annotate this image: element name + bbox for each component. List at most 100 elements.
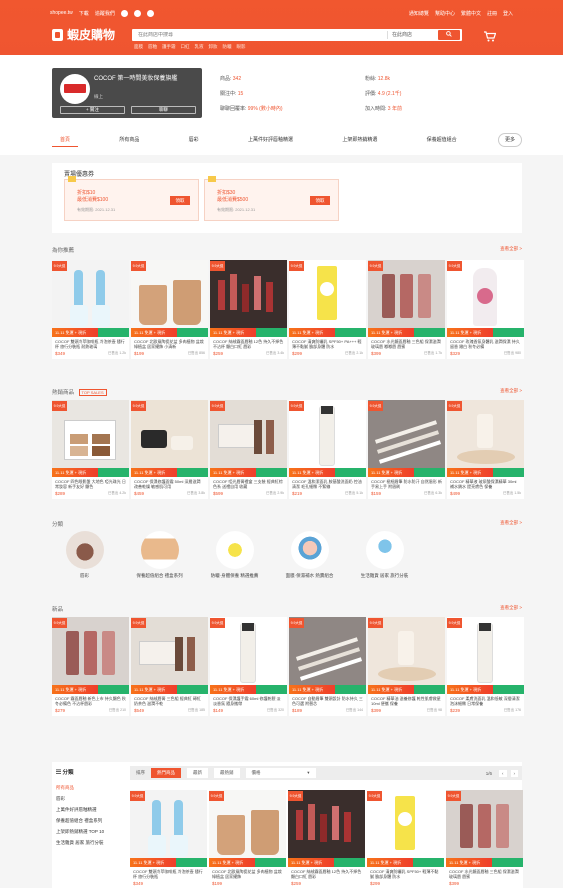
product-card[interactable]: 9.9大促 11.11 免運 + 現折 COCOF 極細眉筆 防水防汗 自然眉形 新… (368, 400, 445, 499)
product-name[interactable]: COCOF 絲絨唇膏 三色組 經典紅 磚紅 奶茶色 滋潤不乾 (131, 694, 208, 707)
topnav-register[interactable]: 註冊 (487, 10, 497, 17)
topnav-help[interactable]: 幫助中心 (435, 10, 455, 17)
product-image[interactable]: 9.9大促 11.11 免運 + 現折 (52, 260, 129, 337)
product-image[interactable]: 9.9大促 11.11 免運 + 現折 (52, 617, 129, 694)
tab-home[interactable]: 首頁 (52, 133, 79, 147)
product-card[interactable]: 9.9大促 11.11 免運 + 現折 COCOF 霧面唇釉 新色上市 持久顯色 秋… (52, 617, 129, 716)
hotword[interactable]: 卸妝 (209, 44, 218, 50)
product-name[interactable]: COCOF 水光鏡面唇釉 三色組 保濕滋潤 玻璃唇 嘟嘟唇 唇蜜 (368, 337, 445, 350)
tab-more[interactable]: 更多 (497, 133, 522, 147)
product-card[interactable]: 9.9大促 11.11 免運 + 現折 COCOF 絲絨霧面唇釉 12色 持久不掉色… (210, 260, 287, 359)
product-card[interactable]: 9.9大促 11.11 免運 + 現折 COCOF 精華液 玻尿酸保濕精華 30ml… (447, 400, 524, 499)
product-name[interactable]: COCOF 雙頭冷萃咖啡瓶 冷泡茶壺 隨行杯 旅行分裝瓶 耐熱玻璃 (52, 337, 129, 350)
product-image[interactable]: 9.9大促 11.11 免運 + 現折 (447, 260, 524, 337)
tab-lip-glaze[interactable]: 上萬件好評唇釉精選 (240, 133, 301, 147)
product-image[interactable]: 9.9大促 11.11 免運 + 現折 (52, 400, 129, 477)
product-name[interactable]: COCOF 雙頭冷萃咖啡瓶 冷泡茶壺 隨行杯 旅行分裝瓶 (130, 867, 207, 880)
shop-avatar[interactable] (60, 74, 90, 104)
product-name[interactable]: COCOF 絲絨霧面唇釉 12色 持久不掉色 顯白口紅 唇彩 (288, 867, 365, 880)
search-input[interactable] (132, 32, 387, 38)
sidebar-item[interactable]: 上萬件好評唇釉精選 (52, 804, 122, 815)
sidebar-item[interactable]: 唇彩 (52, 793, 122, 804)
product-image[interactable]: 9.9大促 11.11 免運 + 現折 (446, 790, 523, 867)
product-name[interactable]: COCOF 北歐風陶瓷花盆 多肉植物 盆栽 綠植盆 居家擺飾 (209, 867, 286, 880)
tab-lips[interactable]: 唇彩 (181, 133, 207, 147)
topnav-link-seller[interactable]: shopee.tw (50, 10, 73, 16)
product-image[interactable]: 9.9大促 11.11 免運 + 現折 (289, 400, 366, 477)
product-card[interactable]: 9.9大促 11.11 免運 + 現折 COCOF 精華油 滋養修護 乾性肌膚救星 … (368, 617, 445, 716)
product-name[interactable]: COCOF 極細眉筆 防水防汗 自然眉形 新手易上手 附眉刷 (368, 477, 445, 490)
topnav-link-download[interactable]: 下載 (79, 10, 89, 17)
tab-skincare-sets[interactable]: 保養超值組合 (419, 133, 465, 147)
category-item[interactable]: 面膜·保濕補水 熱賣組合 (277, 531, 342, 579)
product-image[interactable]: 9.9大促 11.11 免運 + 現折 (210, 617, 287, 694)
product-image[interactable]: 9.9大促 11.11 免運 + 現折 (131, 260, 208, 337)
product-image[interactable]: 9.9大促 11.11 免運 + 現折 (289, 260, 366, 337)
product-name[interactable]: COCOF 四色眼影盤 大地色 啞光珠光 日常妝容 新手友好 顯色 (52, 477, 129, 490)
product-image[interactable]: 9.9大促 11.11 免運 + 現折 (288, 790, 365, 867)
product-card[interactable]: 9.9大促 11.11 免運 + 現折 COCOF 四色眼影盤 大地色 啞光珠光 日… (52, 400, 129, 499)
product-card[interactable]: 9.9大促 11.11 免運 + 現折 COCOF 水光鏡面唇釉 三色組 保濕滋潤 … (446, 790, 523, 888)
product-image[interactable]: 9.9大促 11.11 免運 + 現折 (130, 790, 207, 867)
product-card[interactable]: 9.9大促 11.11 免運 + 現折 COCOF 柔膚洗面乳 溫和低敏 深層清潔 … (447, 617, 524, 716)
topnav-link-follow[interactable]: 追蹤我們 (95, 10, 115, 17)
product-image[interactable]: 9.9大促 11.11 免運 + 現折 (209, 790, 286, 867)
product-card[interactable]: 9.9大促 11.11 免運 + 現折 COCOF 清爽防曬乳 SPF50+ PA+… (289, 260, 366, 359)
topnav-language[interactable]: 繁體中文 (461, 10, 481, 17)
category-item[interactable]: 防曬·身體保養 精選推薦 (202, 531, 267, 579)
prev-page-button[interactable]: ‹ (499, 769, 507, 777)
follow-button[interactable]: + 關注 (60, 106, 125, 114)
product-name[interactable]: COCOF 水光鏡面唇釉 三色組 保濕滋潤 玻璃唇 唇蜜 (446, 867, 523, 880)
topnav-login[interactable]: 登入 (503, 10, 513, 17)
topnav-notifications[interactable]: 通知總覽 (409, 10, 429, 17)
tab-hot-new[interactable]: 上架即熱銷精選 (334, 133, 385, 147)
product-name[interactable]: COCOF 玫瑰香氛身體乳 滋潤保濕 持久留香 嫩白 秋冬必備 (447, 337, 524, 350)
product-name[interactable]: COCOF 啞光唇膏禮盒 三支裝 經典紅棕色系 送禮自用 收藏 (210, 477, 287, 490)
product-name[interactable]: COCOF 清爽防曬乳 SPF50+ 輕薄不黏膩 臉部身體 防水 (367, 867, 444, 880)
hotword[interactable]: 防曬 (223, 44, 232, 50)
category-item[interactable]: 唇彩 (52, 531, 117, 579)
product-name[interactable]: COCOF 自動眉筆 雙頭設計 防水持久 三色可選 附替芯 (289, 694, 366, 707)
product-name[interactable]: COCOF 霧面唇釉 新色上市 持久顯色 秋冬必備色 不沾杯唇彩 (52, 694, 129, 707)
product-card[interactable]: 9.9大促 11.11 免運 + 現折 COCOF 溫和潔面乳 胺基酸洗面奶 控油清… (289, 400, 366, 499)
sort-latest[interactable]: 最新 (187, 768, 208, 778)
sidebar-item[interactable]: 保養超值組合 禮盒系列 (52, 815, 122, 826)
product-card[interactable]: 9.9大促 11.11 免運 + 現折 COCOF 北歐風陶瓷花盆 多肉植物 盆栽 … (131, 260, 208, 359)
product-image[interactable]: 9.9大促 11.11 免運 + 現折 (447, 400, 524, 477)
price-sort-select[interactable]: 價格 ▾ (245, 768, 316, 778)
product-image[interactable]: 9.9大促 11.11 免運 + 現折 (210, 400, 287, 477)
product-card[interactable]: 9.9大促 11.11 免運 + 現折 COCOF 啞光唇膏禮盒 三支裝 經典紅棕色… (210, 400, 287, 499)
tab-all-products[interactable]: 所有商品 (111, 133, 147, 147)
product-card[interactable]: 9.9大促 11.11 免運 + 現折 COCOF 水光鏡面唇釉 三色組 保濕滋潤 … (368, 260, 445, 359)
product-card[interactable]: 9.9大促 11.11 免運 + 現折 COCOF 保濕護手霜 60ml 修護乾裂 … (210, 617, 287, 716)
product-name[interactable]: COCOF 精華油 滋養修護 乾性肌膚救星 10ml 便攜 保養 (368, 694, 445, 707)
hotword[interactable]: 口紅 (181, 44, 190, 50)
product-name[interactable]: COCOF 絲絨霧面唇釉 12色 持久不掉色 不沾杯 顯白口紅 唇彩 (210, 337, 287, 350)
hotword[interactable]: 眼影 (237, 44, 246, 50)
hotword[interactable]: 護手霜 (162, 44, 176, 50)
category-item[interactable]: 保養超值組合 禮盒系列 (127, 531, 192, 579)
product-name[interactable]: COCOF 北歐風陶瓷花盆 多肉植物 盆栽 綠植盆 居家擺飾 小清新 (131, 337, 208, 350)
product-card[interactable]: 9.9大促 11.11 免運 + 現折 COCOF 絲絨霧面唇釉 12色 持久不掉色… (288, 790, 365, 888)
see-all-link[interactable]: 查看全部 > (500, 520, 522, 526)
product-card[interactable]: 9.9大促 11.11 免運 + 現折 COCOF 自動眉筆 雙頭設計 防水持久 三… (289, 617, 366, 716)
product-image[interactable]: 9.9大促 11.11 免運 + 現折 (368, 617, 445, 694)
next-page-button[interactable]: › (510, 769, 518, 777)
product-image[interactable]: 9.9大促 11.11 免運 + 現折 (289, 617, 366, 694)
sort-top-sales[interactable]: 最熱銷 (214, 768, 240, 778)
product-card[interactable]: 9.9大促 11.11 免運 + 現折 COCOF 清爽防曬乳 SPF50+ 輕薄不… (367, 790, 444, 888)
instagram-icon[interactable] (133, 9, 141, 17)
product-card[interactable]: 9.9大促 11.11 免運 + 現折 COCOF 保濕修護面霜 50ml 深層滋潤… (131, 400, 208, 499)
product-card[interactable]: 9.9大促 11.11 免運 + 現折 COCOF 雙頭冷萃咖啡瓶 冷泡茶壺 隨行杯… (130, 790, 207, 888)
search-scope-select[interactable]: 在此商店 (387, 31, 416, 39)
product-name[interactable]: COCOF 清爽防曬乳 SPF50+ PA+++ 輕薄不黏膩 臉部身體 防水 (289, 337, 366, 350)
cart-icon[interactable] (484, 31, 497, 42)
category-item[interactable]: 生活雜貨 居家 旅行分裝 (352, 531, 417, 579)
chat-button[interactable]: 聊聊 (131, 106, 196, 114)
product-image[interactable]: 9.9大促 11.11 免運 + 現折 (447, 617, 524, 694)
line-icon[interactable] (146, 9, 154, 17)
product-name[interactable]: COCOF 柔膚洗面乳 溫和低敏 深層清潔 泡沫細緻 日常保養 (447, 694, 524, 707)
product-card[interactable]: 9.9大促 11.11 免運 + 現折 COCOF 雙頭冷萃咖啡瓶 冷泡茶壺 隨行杯… (52, 260, 129, 359)
product-image[interactable]: 9.9大促 11.11 免運 + 現折 (131, 400, 208, 477)
product-card[interactable]: 9.9大促 11.11 免運 + 現折 COCOF 絲絨唇膏 三色組 經典紅 磚紅 … (131, 617, 208, 716)
